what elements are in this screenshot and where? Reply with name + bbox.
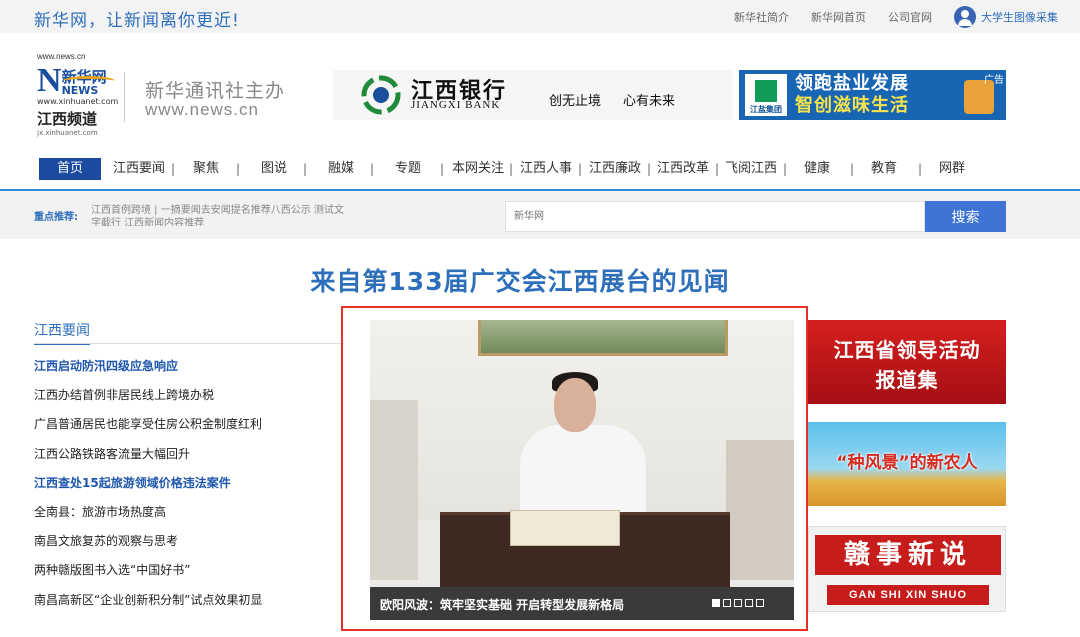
banner-1-line-1: 江西省领导活动: [833, 338, 981, 362]
nav-item-jiangxi-news[interactable]: 江西要闻: [109, 158, 169, 180]
nav-item-home[interactable]: 首页: [39, 158, 101, 180]
open-book: [510, 510, 620, 546]
nav-item-health[interactable]: 健康: [797, 158, 837, 180]
ad-jiangxi-bank[interactable]: 江西银行 JIANGXI BANK 创无止境 心有未来: [333, 70, 733, 120]
header-divider: [124, 72, 125, 122]
slideshow-frame: 欧阳风波：筑牢坚实基础 开启转型发展新格局: [341, 306, 808, 631]
wall-painting: [478, 320, 728, 356]
ad-jiangxi-salt[interactable]: 江盐集团 领跑盐业发展 智创滋味生活 广告: [739, 70, 1006, 120]
news-list: 江西启动防汛四级应急响应 江西办结首例非居民线上跨境办税 广昌普通居民也能享受住房公…: [34, 358, 344, 621]
top-bar: 新华网，让新闻离你更近! 新华社简介 新华网首页 公司官网 大学生图像采集: [0, 0, 1080, 33]
slideshow-dot[interactable]: [745, 599, 753, 607]
bank-slogan-2: 心有未来: [623, 94, 676, 109]
salt-ad-text: 领跑盐业发展 智创滋味生活: [795, 73, 909, 117]
user-avatar-icon[interactable]: [954, 5, 976, 28]
salt-line-1: 领跑盐业发展: [795, 73, 909, 94]
search-input[interactable]: [505, 201, 925, 232]
bank-logo-icon: [361, 75, 401, 115]
news-item[interactable]: 南昌文旅复苏的观察与思考: [34, 533, 344, 562]
section-title-text[interactable]: 江西要闻: [34, 320, 90, 345]
main-nav: 首页 江西要闻 | 聚焦 | 图说 | 融媒 | 专题 | 本网关注 | 江西人…: [0, 154, 1080, 182]
nav-item-photo[interactable]: 图说: [254, 158, 294, 180]
news-item[interactable]: 广昌普通居民也能享受住房公积金制度红利: [34, 416, 344, 445]
banner-new-farmers[interactable]: “种风景”的新农人: [808, 422, 1006, 506]
ad-tag: 广告: [984, 75, 1004, 86]
nav-item-special[interactable]: 专题: [388, 158, 428, 180]
logo-sub-url: www.xinhuanet.com: [37, 97, 119, 106]
bank-en-name: JIANGXI BANK: [411, 99, 501, 111]
bank-slogan-1: 创无止境: [549, 94, 602, 109]
slideshow-dot[interactable]: [712, 599, 720, 607]
slideshow-image[interactable]: [370, 320, 794, 587]
site-slogan: 新华网，让新闻离你更近!: [34, 11, 240, 31]
link-xinhua-intro[interactable]: 新华社简介: [734, 9, 789, 25]
channel-name: 江西频道: [37, 110, 98, 128]
news-item[interactable]: 江西启动防汛四级应急响应: [34, 358, 344, 387]
news-item[interactable]: 南昌高新区“企业创新积分制”试点效果初显: [34, 592, 344, 621]
slideshow-caption-bar: 欧阳风波：筑牢坚实基础 开启转型发展新格局: [370, 587, 794, 620]
top-links: 新华社简介 新华网首页 公司官网 大学生图像采集: [712, 0, 1058, 33]
banner-3-cn: 赣事新说: [815, 535, 1001, 575]
news-item[interactable]: 江西办结首例非居民线上跨境办税: [34, 387, 344, 416]
person-figure: [520, 425, 646, 517]
slideshow-dot[interactable]: [756, 599, 764, 607]
banner-leader-activities[interactable]: 江西省领导活动 报道集: [808, 320, 1006, 404]
banner-1-line-2: 报道集: [875, 368, 939, 392]
section-title: 江西要闻: [34, 318, 344, 345]
link-xinhua-home[interactable]: 新华网首页: [811, 9, 866, 25]
nav-item-clean-gov[interactable]: 江西廉政: [585, 158, 645, 180]
slideshow-dots: [709, 599, 764, 607]
salt-logo-icon: 江盐集团: [745, 74, 787, 116]
page-headline[interactable]: 来自第133届广交会江西展台的见闻: [0, 262, 1040, 298]
bank-slogan: 创无止境 心有未来: [549, 90, 697, 109]
nav-item-network[interactable]: 网群: [932, 158, 972, 180]
slideshow-dot[interactable]: [723, 599, 731, 607]
jiangxi-news-column: 江西要闻 江西启动防汛四级应急响应 江西办结首例非居民线上跨境办税 广昌普通居民也能…: [34, 318, 344, 621]
nav-item-site-focus[interactable]: 本网关注: [449, 158, 507, 180]
banner-2-text: “种风景”的新农人: [836, 453, 978, 473]
banner-ganshi-xinshuo[interactable]: 赣事新说 GAN SHI XIN SHUO: [808, 526, 1006, 612]
nav-item-education[interactable]: 教育: [864, 158, 904, 180]
recommend-ticker[interactable]: 江西首例跨境 | 一摘要闻去安闻提名推荐八西公示 测试文字截行 江西新闻内容推荐: [91, 204, 351, 226]
news-item[interactable]: 两种赣版图书入选“中国好书”: [34, 562, 344, 591]
logo-swoosh-icon: [63, 76, 115, 86]
sponsor-text: 新华通讯社主办: [145, 80, 286, 102]
salt-line-2: 智创滋味生活: [795, 95, 909, 116]
banner-3-en: GAN SHI XIN SHUO: [827, 585, 989, 605]
nav-item-media[interactable]: 融媒: [321, 158, 361, 180]
nav-item-fly-jiangxi[interactable]: 飞阅江西: [721, 158, 781, 180]
slideshow-dot[interactable]: [734, 599, 742, 607]
search-button[interactable]: 搜索: [925, 201, 1006, 232]
news-item[interactable]: 江西查处15起旅游领域价格违法案件: [34, 475, 344, 504]
site-logo[interactable]: www.news.cn N 新华网 NEWS www.xinhuanet.com…: [37, 52, 119, 137]
recommend-label: 重点推荐:: [34, 212, 78, 223]
logo-url: www.news.cn: [37, 52, 86, 61]
nav-item-personnel[interactable]: 江西人事: [516, 158, 576, 180]
channel-url: jx.xinhuanet.com: [37, 129, 98, 137]
salt-company: 江盐集团: [750, 105, 782, 114]
nav-item-reform[interactable]: 江西改革: [653, 158, 713, 180]
news-item[interactable]: 全南县：旅游市场热度高: [34, 504, 344, 533]
user-link[interactable]: 大学生图像采集: [981, 9, 1058, 25]
slideshow-caption[interactable]: 欧阳风波：筑牢坚实基础 开启转型发展新格局: [380, 596, 624, 613]
nav-item-focus[interactable]: 聚焦: [186, 158, 226, 180]
logo-news: NEWS: [61, 84, 99, 97]
news-item[interactable]: 江西公路铁路客流量大幅回升: [34, 446, 344, 475]
link-company-site[interactable]: 公司官网: [888, 9, 932, 25]
sponsor-url: www.news.cn: [145, 100, 259, 119]
